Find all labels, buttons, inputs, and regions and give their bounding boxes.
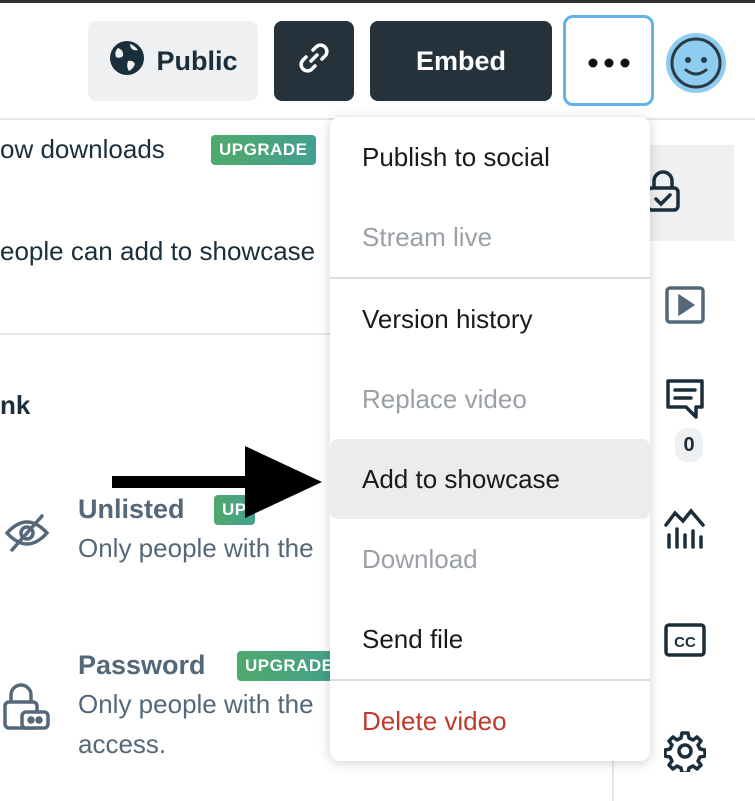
svg-text:CC: CC	[674, 634, 696, 651]
play-icon	[664, 285, 706, 330]
password-lock-icon	[0, 682, 52, 737]
lock-icon	[645, 169, 681, 218]
allow-downloads-label: ow downloads	[0, 134, 165, 164]
comment-icon	[664, 377, 706, 426]
cc-icon: CC	[663, 622, 707, 663]
more-dots-icon	[587, 45, 631, 76]
copy-link-button[interactable]	[274, 21, 354, 101]
sidebar-item-settings[interactable]	[660, 728, 710, 778]
menu-item-stream-live[interactable]: Stream live	[330, 197, 650, 277]
menu-item-publish-to-social[interactable]: Publish to social	[330, 117, 650, 197]
sidebar-item-analytics[interactable]	[660, 504, 710, 554]
gear-icon	[663, 730, 707, 777]
embed-button[interactable]: Embed	[370, 21, 552, 101]
password-upgrade-badge[interactable]: UPGRADE	[237, 651, 342, 681]
menu-item-replace-video[interactable]: Replace video	[330, 359, 650, 439]
globe-icon	[108, 39, 146, 84]
link-icon	[296, 40, 332, 83]
privacy-public-button[interactable]: Public	[88, 21, 258, 101]
stats-icon	[663, 505, 707, 554]
link-section-heading: nk	[0, 390, 31, 420]
upgrade-badge[interactable]: UPGRADE	[211, 135, 316, 165]
sidebar-item-captions[interactable]: CC	[660, 617, 710, 667]
showcase-permission-label: eople can add to showcase	[0, 236, 316, 266]
sidebar-item-comments[interactable]	[660, 376, 710, 426]
sidebar-item-player[interactable]	[660, 282, 710, 332]
menu-item-delete-video[interactable]: Delete video	[330, 681, 650, 761]
menu-item-download[interactable]: Download	[330, 519, 650, 599]
comment-count-badge: 0	[675, 428, 703, 462]
unlisted-title[interactable]: Unlisted	[78, 494, 185, 525]
unlisted-description: Only people with the	[78, 533, 314, 563]
password-description: Only people with the	[78, 689, 314, 719]
menu-item-add-to-showcase[interactable]: Add to showcase	[330, 439, 650, 519]
eye-slash-icon	[4, 512, 50, 559]
more-options-menu: Publish to social Stream live Version hi…	[330, 117, 650, 761]
unlisted-upgrade-badge[interactable]: UP	[214, 495, 255, 525]
menu-item-send-file[interactable]: Send file	[330, 599, 650, 679]
password-title[interactable]: Password	[78, 650, 206, 681]
top-border	[0, 0, 755, 3]
public-label: Public	[156, 45, 238, 76]
more-options-button[interactable]	[563, 15, 654, 106]
user-avatar[interactable]	[666, 33, 726, 93]
password-description-cont: access.	[78, 729, 167, 759]
menu-item-version-history[interactable]: Version history	[330, 279, 650, 359]
